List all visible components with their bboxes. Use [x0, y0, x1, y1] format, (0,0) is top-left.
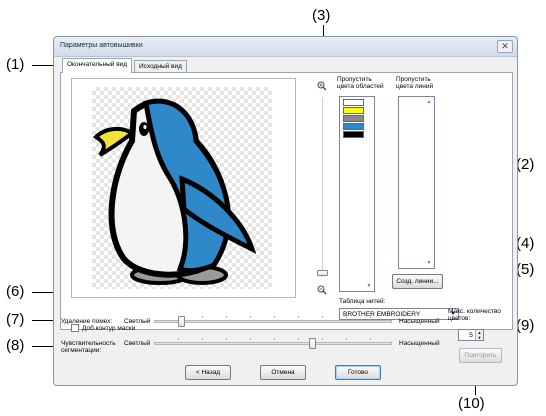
auto-punch-dialog: Параметры автовышивки ✕ Окончательный ви…	[53, 36, 518, 386]
zoom-out-icon[interactable]	[317, 285, 327, 295]
noise-removal-thumb[interactable]	[178, 316, 185, 327]
slider-tick	[370, 316, 371, 318]
max-colors-spinner[interactable]: 5 ▲ ▼	[458, 329, 484, 341]
segmentation-track[interactable]	[154, 342, 392, 345]
area-color-swatch[interactable]	[343, 99, 364, 106]
skip-area-colors-list[interactable]: ▼	[339, 96, 375, 292]
callout-8: (8)	[6, 337, 25, 354]
title-bar: Параметры автовышивки ✕	[54, 37, 517, 57]
finish-button[interactable]: Готово	[335, 365, 381, 380]
callout-10: (10)	[458, 395, 485, 412]
area-color-swatch[interactable]	[343, 115, 364, 122]
slider-tick	[322, 316, 323, 318]
callout-7: (7)	[6, 311, 25, 328]
penguin-preview-image	[92, 87, 272, 289]
cancel-button[interactable]: Отмена	[260, 365, 306, 380]
noise-removal-max-label: Насыщенный	[399, 318, 440, 325]
slider-tick	[346, 316, 347, 318]
tab-original-view-label: Исходный вид	[139, 63, 182, 70]
area-list-scroll-down[interactable]: ▼	[365, 282, 373, 290]
line-list-scroll-up[interactable]: ▲	[425, 98, 433, 106]
create-lines-button[interactable]: Созд. линии...	[392, 274, 443, 289]
skip-line-colors-label: Пропустить цвета линий	[396, 76, 434, 91]
slider-tick	[178, 338, 179, 340]
image-preview[interactable]	[71, 78, 296, 298]
mask-outline-label: Доб.контур маски	[82, 325, 136, 332]
back-button[interactable]: < Назад	[185, 365, 231, 380]
back-button-label: < Назад	[195, 369, 221, 376]
segmentation-thumb[interactable]	[309, 338, 316, 349]
tab-final-view[interactable]: Окончательный вид	[62, 58, 133, 73]
thread-table-value: BROTHER EMBROIDERY	[343, 311, 421, 318]
slider-tick	[274, 316, 275, 318]
slider-tick	[298, 338, 299, 340]
spinner-down-icon[interactable]: ▼	[475, 335, 483, 340]
thread-table-label: Таблица нитей:	[339, 298, 386, 305]
close-icon: ✕	[501, 41, 509, 51]
area-color-swatch[interactable]	[343, 131, 364, 138]
slider-tick	[322, 338, 323, 340]
callout-4: (4)	[516, 235, 535, 252]
repeat-button-label: Повторить	[464, 352, 497, 359]
callout-9: (9)	[516, 317, 535, 334]
segmentation-min-label: Светлый	[124, 340, 151, 347]
slider-tick	[226, 338, 227, 340]
callout-2: (2)	[516, 156, 535, 173]
segmentation-label: Чувствительность сегментации:	[61, 340, 116, 355]
noise-removal-label: Удаление помех:	[61, 318, 113, 325]
line-list-scroll-down[interactable]: ▼	[425, 259, 433, 267]
slider-tick	[370, 338, 371, 340]
callout-3: (3)	[312, 7, 331, 24]
skip-area-colors-label: Пропустить цвета областей	[337, 76, 384, 91]
close-button[interactable]: ✕	[497, 40, 513, 53]
slider-tick	[250, 338, 251, 340]
slider-tick	[346, 338, 347, 340]
zoom-slider-thumb[interactable]	[317, 270, 328, 276]
slider-tick	[274, 338, 275, 340]
dialog-title: Параметры автовышивки	[60, 42, 143, 49]
callout-6: (6)	[6, 283, 25, 300]
slider-tick	[226, 316, 227, 318]
slider-tick	[202, 316, 203, 318]
final-view-panel: Пропустить цвета областей Пропустить цве…	[60, 72, 513, 332]
finish-button-label: Готово	[347, 369, 369, 376]
noise-removal-track[interactable]	[154, 320, 392, 323]
skip-line-colors-list[interactable]: ▲ ▼	[398, 96, 435, 269]
cancel-button-label: Отмена	[271, 369, 295, 376]
noise-removal-min-label: Светлый	[124, 318, 151, 325]
area-color-swatch[interactable]	[343, 107, 364, 114]
callout-1: (1)	[6, 56, 25, 73]
max-colors-label: Макс. количество цветов:	[448, 308, 501, 323]
callout-5: (5)	[516, 261, 535, 278]
slider-tick	[298, 316, 299, 318]
slider-tick	[250, 316, 251, 318]
area-color-swatch[interactable]	[343, 123, 364, 130]
tab-final-view-label: Окончательный вид	[67, 61, 128, 68]
zoom-in-icon[interactable]	[317, 81, 327, 91]
create-lines-button-label: Созд. линии...	[396, 278, 439, 285]
repeat-button[interactable]: Повторить	[459, 348, 502, 363]
zoom-slider-track[interactable]	[322, 97, 323, 277]
segmentation-max-label: Насыщенный	[399, 340, 440, 347]
slider-tick	[202, 338, 203, 340]
max-colors-value: 5	[469, 332, 473, 339]
